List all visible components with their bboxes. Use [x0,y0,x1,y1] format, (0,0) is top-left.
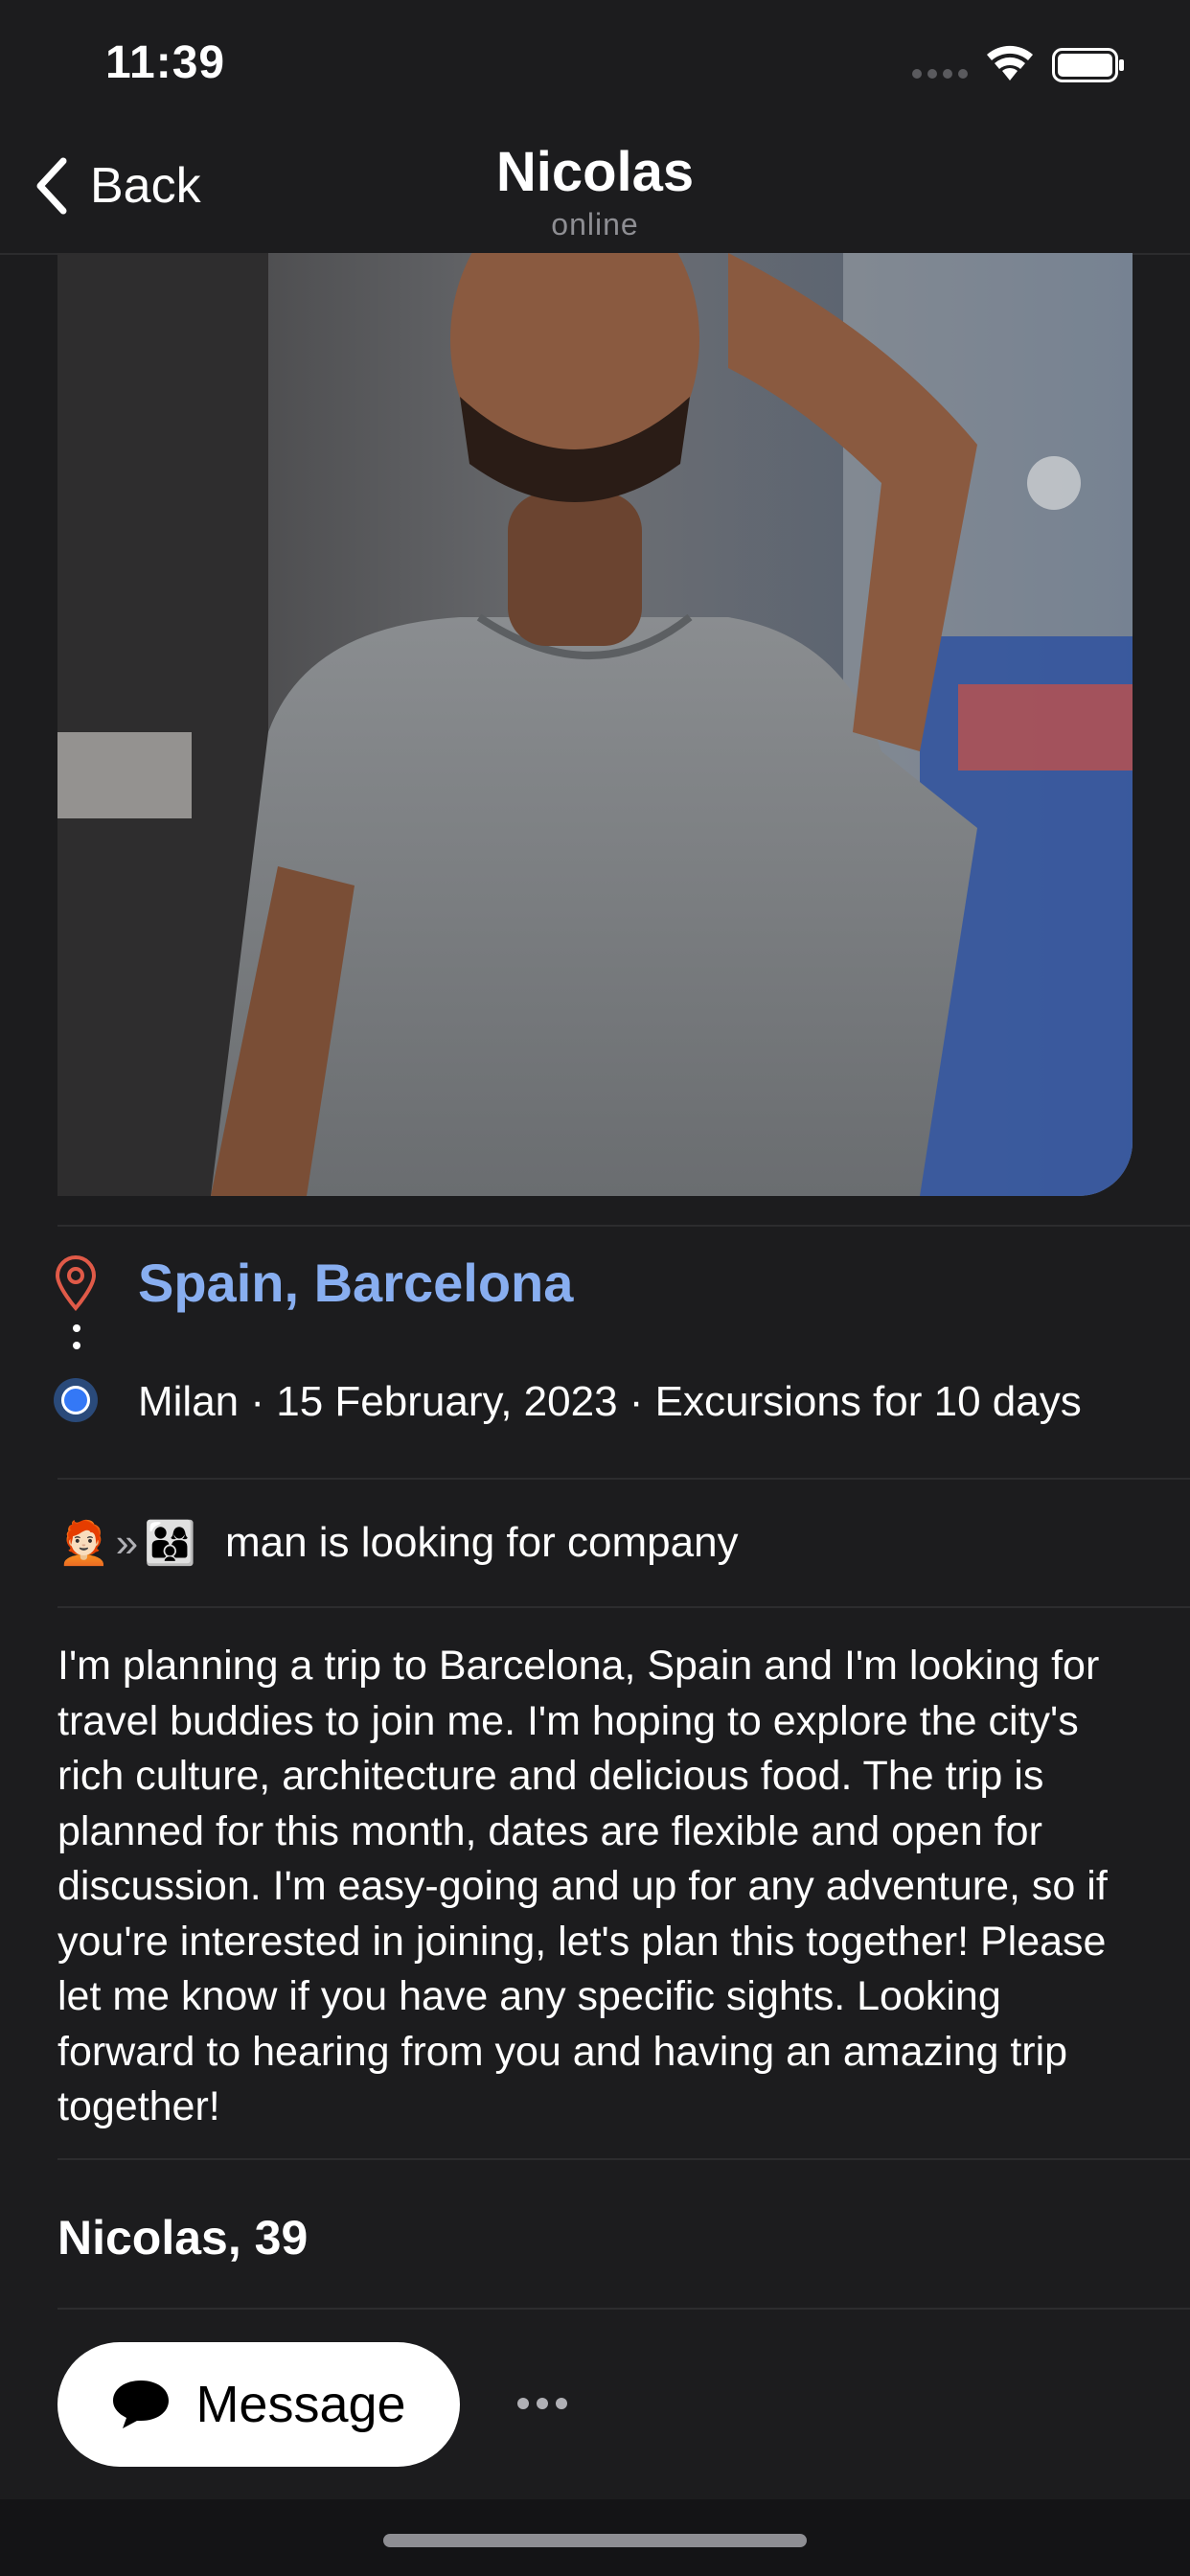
origin-dot-icon [54,1378,98,1422]
separator: » [115,1520,139,1565]
signal-icon [912,69,968,79]
page-title: Nicolas [495,141,695,203]
profile-photo-image [57,253,1133,1196]
group-emoji: 👨‍👩‍👦 [144,1520,196,1567]
wifi-icon [987,45,1033,80]
more-icon[interactable] [517,2384,584,2423]
message-button-label: Message [195,2376,406,2433]
company-label: man is looking for company [224,1519,739,1566]
home-indicator[interactable] [383,2534,807,2547]
profile-name-age: Nicolas, 39 [57,2211,309,2265]
speech-bubble-icon [113,2380,170,2428]
divider [57,2308,1190,2310]
profile-photo[interactable] [57,253,1133,1196]
message-button[interactable]: Message [57,2342,460,2467]
battery-icon [1052,48,1124,82]
company-preference: 🧑🏻‍🦰 » 👨‍👩‍👦 man is looking for company [57,1518,739,1568]
divider [57,1478,1190,1480]
navigation-bar: Back Nicolas online [0,125,1190,255]
person-emoji: 🧑🏻‍🦰 [57,1520,110,1567]
status-bar: 11:39 [0,0,1190,125]
trip-destination[interactable]: Spain, Barcelona [138,1252,573,1314]
trip-origin-details: Milan · 15 February, 2023 · Excursions f… [138,1378,1082,1425]
location-pin-icon [55,1255,97,1311]
online-status: online [551,207,639,242]
divider [57,2158,1190,2160]
route-connector [73,1324,80,1367]
trip-description: I'm planning a trip to Barcelona, Spain … [57,1643,1108,2129]
status-time: 11:39 [105,37,226,88]
divider [57,1225,1190,1227]
divider [57,1606,1190,1608]
